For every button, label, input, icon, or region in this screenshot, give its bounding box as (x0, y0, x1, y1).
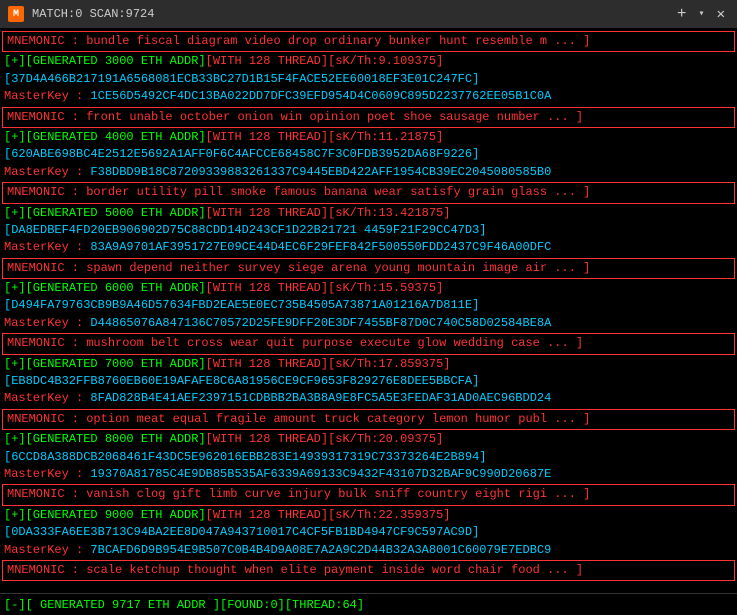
output-line: [+][GENERATED 3000 ETH ADDR][WITH 128 TH… (0, 53, 737, 70)
main-window: M MATCH:0 SCAN:9724 + ▾ ✕ MNEMONIC : bun… (0, 0, 737, 615)
output-line: MasterKey : 8FAD828B4E41AEF2397151CDBBB2… (0, 390, 737, 407)
output-content: MNEMONIC : bundle fiscal diagram video d… (0, 28, 737, 593)
output-line: MNEMONIC : border utility pill smoke fam… (2, 182, 735, 203)
output-line: [+][GENERATED 7000 ETH ADDR][WITH 128 TH… (0, 356, 737, 373)
output-line: [+][GENERATED 4000 ETH ADDR][WITH 128 TH… (0, 129, 737, 146)
output-line: MasterKey : 83A9A9701AF3951727E09CE44D4E… (0, 239, 737, 256)
output-line: [EB8DC4B32FFB8760EB60E19AFAFE8C6A81956CE… (0, 373, 737, 390)
output-line: MNEMONIC : scale ketchup thought when el… (2, 560, 735, 581)
output-line: MasterKey : 7BCAFD6D9B954E9B507C0B4B4D9A… (0, 542, 737, 559)
output-line: MNEMONIC : spawn depend neither survey s… (2, 258, 735, 279)
status-bar: [-][ GENERATED 9717 ETH ADDR ][FOUND:0][… (0, 593, 737, 615)
output-line: MasterKey : D44865076A847136C70572D25FE9… (0, 315, 737, 332)
output-line: [D494FA79763CB9B9A46D57634FBD2EAE5E0EC73… (0, 297, 737, 314)
output-line: [620ABE698BC4E2512E5692A1AFF0F6C4AFCCE68… (0, 146, 737, 163)
title-bar: M MATCH:0 SCAN:9724 + ▾ ✕ (0, 0, 737, 28)
new-tab-button[interactable]: + (673, 5, 691, 23)
output-line: [6CCD8A388DCB2068461F43DC5E962016EBB283E… (0, 449, 737, 466)
output-line: MNEMONIC : mushroom belt cross wear quit… (2, 333, 735, 354)
title-text: MATCH:0 SCAN:9724 (32, 7, 665, 21)
tab-dropdown-button[interactable]: ▾ (699, 8, 705, 20)
output-line: [+][GENERATED 8000 ETH ADDR][WITH 128 TH… (0, 431, 737, 448)
output-line: MNEMONIC : option meat equal fragile amo… (2, 409, 735, 430)
output-line: MasterKey : F38DBD9B18C87209339883261337… (0, 164, 737, 181)
output-line: MasterKey : 19370A81785C4E9DB85B535AF633… (0, 466, 737, 483)
output-line: MNEMONIC : vanish clog gift limb curve i… (2, 484, 735, 505)
status-text: [-][ GENERATED 9717 ETH ADDR ][FOUND:0][… (4, 598, 364, 612)
output-line: [+][GENERATED 5000 ETH ADDR][WITH 128 TH… (0, 205, 737, 222)
app-icon: M (8, 6, 24, 22)
output-line: MasterKey : 1CE56D5492CF4DC13BA022DD7DFC… (0, 88, 737, 105)
output-line: MNEMONIC : front unable october onion wi… (2, 107, 735, 128)
close-button[interactable]: ✕ (713, 6, 729, 23)
output-line: [37D4A466B217191A6568081ECB33BC27D1B15F4… (0, 71, 737, 88)
output-line: [+][GENERATED 6000 ETH ADDR][WITH 128 TH… (0, 280, 737, 297)
output-line: [+][GENERATED 9000 ETH ADDR][WITH 128 TH… (0, 507, 737, 524)
output-line: [DA8EDBEF4FD20EB906902D75C88CDD14D243CF1… (0, 222, 737, 239)
output-line: [0DA333FA6EE3B713C94BA2EE8D047A943710017… (0, 524, 737, 541)
output-line: MNEMONIC : bundle fiscal diagram video d… (2, 31, 735, 52)
